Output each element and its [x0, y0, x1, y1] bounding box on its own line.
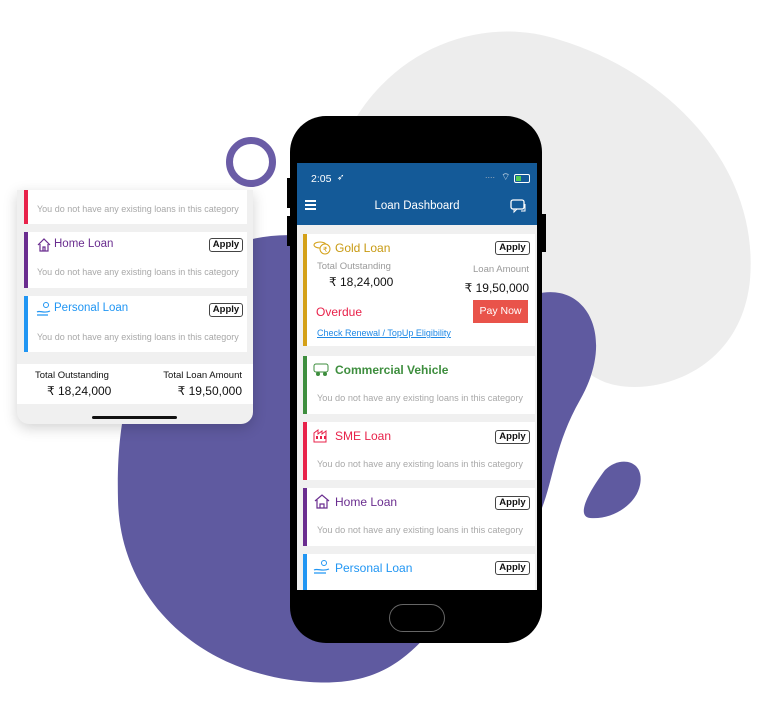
side-totals: Total Outstanding ₹ 18,24,000 Total Loan…: [17, 364, 253, 404]
sme-loan-message: You do not have any existing loans in th…: [317, 459, 524, 469]
phone-volume-button: [287, 178, 291, 208]
side-home-title: Home Loan: [54, 238, 114, 250]
factory-icon: [313, 429, 327, 443]
battery-charging-icon: [514, 174, 530, 183]
home-indicator: [92, 416, 177, 419]
gold-outstanding-value: ₹ 18,24,000: [329, 275, 394, 289]
gold-apply-button[interactable]: Apply: [495, 241, 530, 255]
side-personal-card: Personal Loan Apply You do not have any …: [24, 296, 247, 352]
hand-coins-icon: [313, 560, 330, 574]
side-loan-label: Total Loan Amount: [163, 370, 242, 381]
side-personal-message: You do not have any existing loans in th…: [37, 332, 239, 342]
side-home-card: Home Loan Apply You do not have any exis…: [24, 232, 247, 288]
vehicle-icon: [313, 363, 329, 376]
overdue-status: Overdue: [316, 305, 363, 319]
status-bar: 2:05 ➶ .... ⌔: [297, 163, 537, 191]
chat-bubbles-icon[interactable]: [510, 199, 527, 214]
sme-loan-card: SME Loan Apply You do not have any exist…: [303, 422, 535, 480]
gold-outstanding-label: Total Outstanding: [317, 261, 391, 272]
location-arrow-icon: ➶: [337, 172, 345, 182]
wifi-icon: ⌔: [501, 172, 511, 183]
gold-loan-title: Gold Loan: [335, 241, 391, 255]
personal-loan-title: Personal Loan: [335, 561, 413, 575]
commercial-vehicle-title: Commercial Vehicle: [335, 363, 449, 377]
check-renewal-link[interactable]: Check Renewal / TopUp Eligibility: [317, 328, 451, 338]
side-outstanding-value: ₹ 18,24,000: [47, 384, 112, 398]
home-apply-button[interactable]: Apply: [495, 496, 530, 510]
side-panel: You do not have any existing loans in th…: [17, 190, 253, 424]
house-icon: [314, 494, 330, 509]
app-bar: Loan Dashboard: [297, 191, 537, 225]
home-loan-message: You do not have any existing loans in th…: [317, 525, 524, 535]
gold-coins-icon: ₹: [313, 241, 331, 255]
ring-decoration: [226, 137, 276, 187]
house-icon: [37, 238, 51, 252]
side-sme-message: You do not have any existing loans in th…: [37, 204, 239, 214]
phone-screen: 2:05 ➶ .... ⌔ Loan Dashboard ₹ Gold Loan…: [297, 163, 537, 590]
commercial-vehicle-message: You do not have any existing loans in th…: [317, 393, 524, 403]
side-loan-value: ₹ 19,50,000: [177, 384, 242, 398]
home-loan-card: Home Loan Apply You do not have any exis…: [303, 488, 535, 546]
side-outstanding-label: Total Outstanding: [35, 370, 109, 381]
gold-loan-amount-value: ₹ 19,50,000: [464, 281, 529, 295]
side-personal-apply-button[interactable]: Apply: [209, 303, 243, 317]
small-blob: [583, 461, 641, 519]
phone-volume-button: [287, 216, 291, 246]
side-personal-title: Personal Loan: [54, 302, 129, 314]
phone-home-button: [389, 604, 445, 632]
personal-loan-card: Personal Loan Apply: [303, 554, 535, 590]
side-home-message: You do not have any existing loans in th…: [37, 267, 239, 277]
side-home-apply-button[interactable]: Apply: [209, 238, 243, 252]
phone-power-button: [541, 214, 546, 252]
personal-apply-button[interactable]: Apply: [495, 561, 530, 575]
commercial-vehicle-card: Commercial Vehicle You do not have any e…: [303, 356, 535, 414]
signal-dots: ....: [485, 170, 496, 180]
hand-coins-icon: [36, 302, 51, 316]
gold-loan-card: ₹ Gold Loan Apply Total Outstanding ₹ 18…: [303, 234, 535, 346]
sme-loan-title: SME Loan: [335, 429, 392, 443]
home-loan-title: Home Loan: [335, 495, 398, 509]
pay-now-button[interactable]: Pay Now: [473, 300, 528, 323]
gold-loan-amount-label: Loan Amount: [473, 264, 529, 275]
side-sme-card: You do not have any existing loans in th…: [24, 190, 247, 224]
svg-text:₹: ₹: [323, 246, 328, 254]
page-title: Loan Dashboard: [374, 200, 460, 212]
status-time: 2:05: [311, 173, 332, 185]
sme-apply-button[interactable]: Apply: [495, 430, 530, 444]
